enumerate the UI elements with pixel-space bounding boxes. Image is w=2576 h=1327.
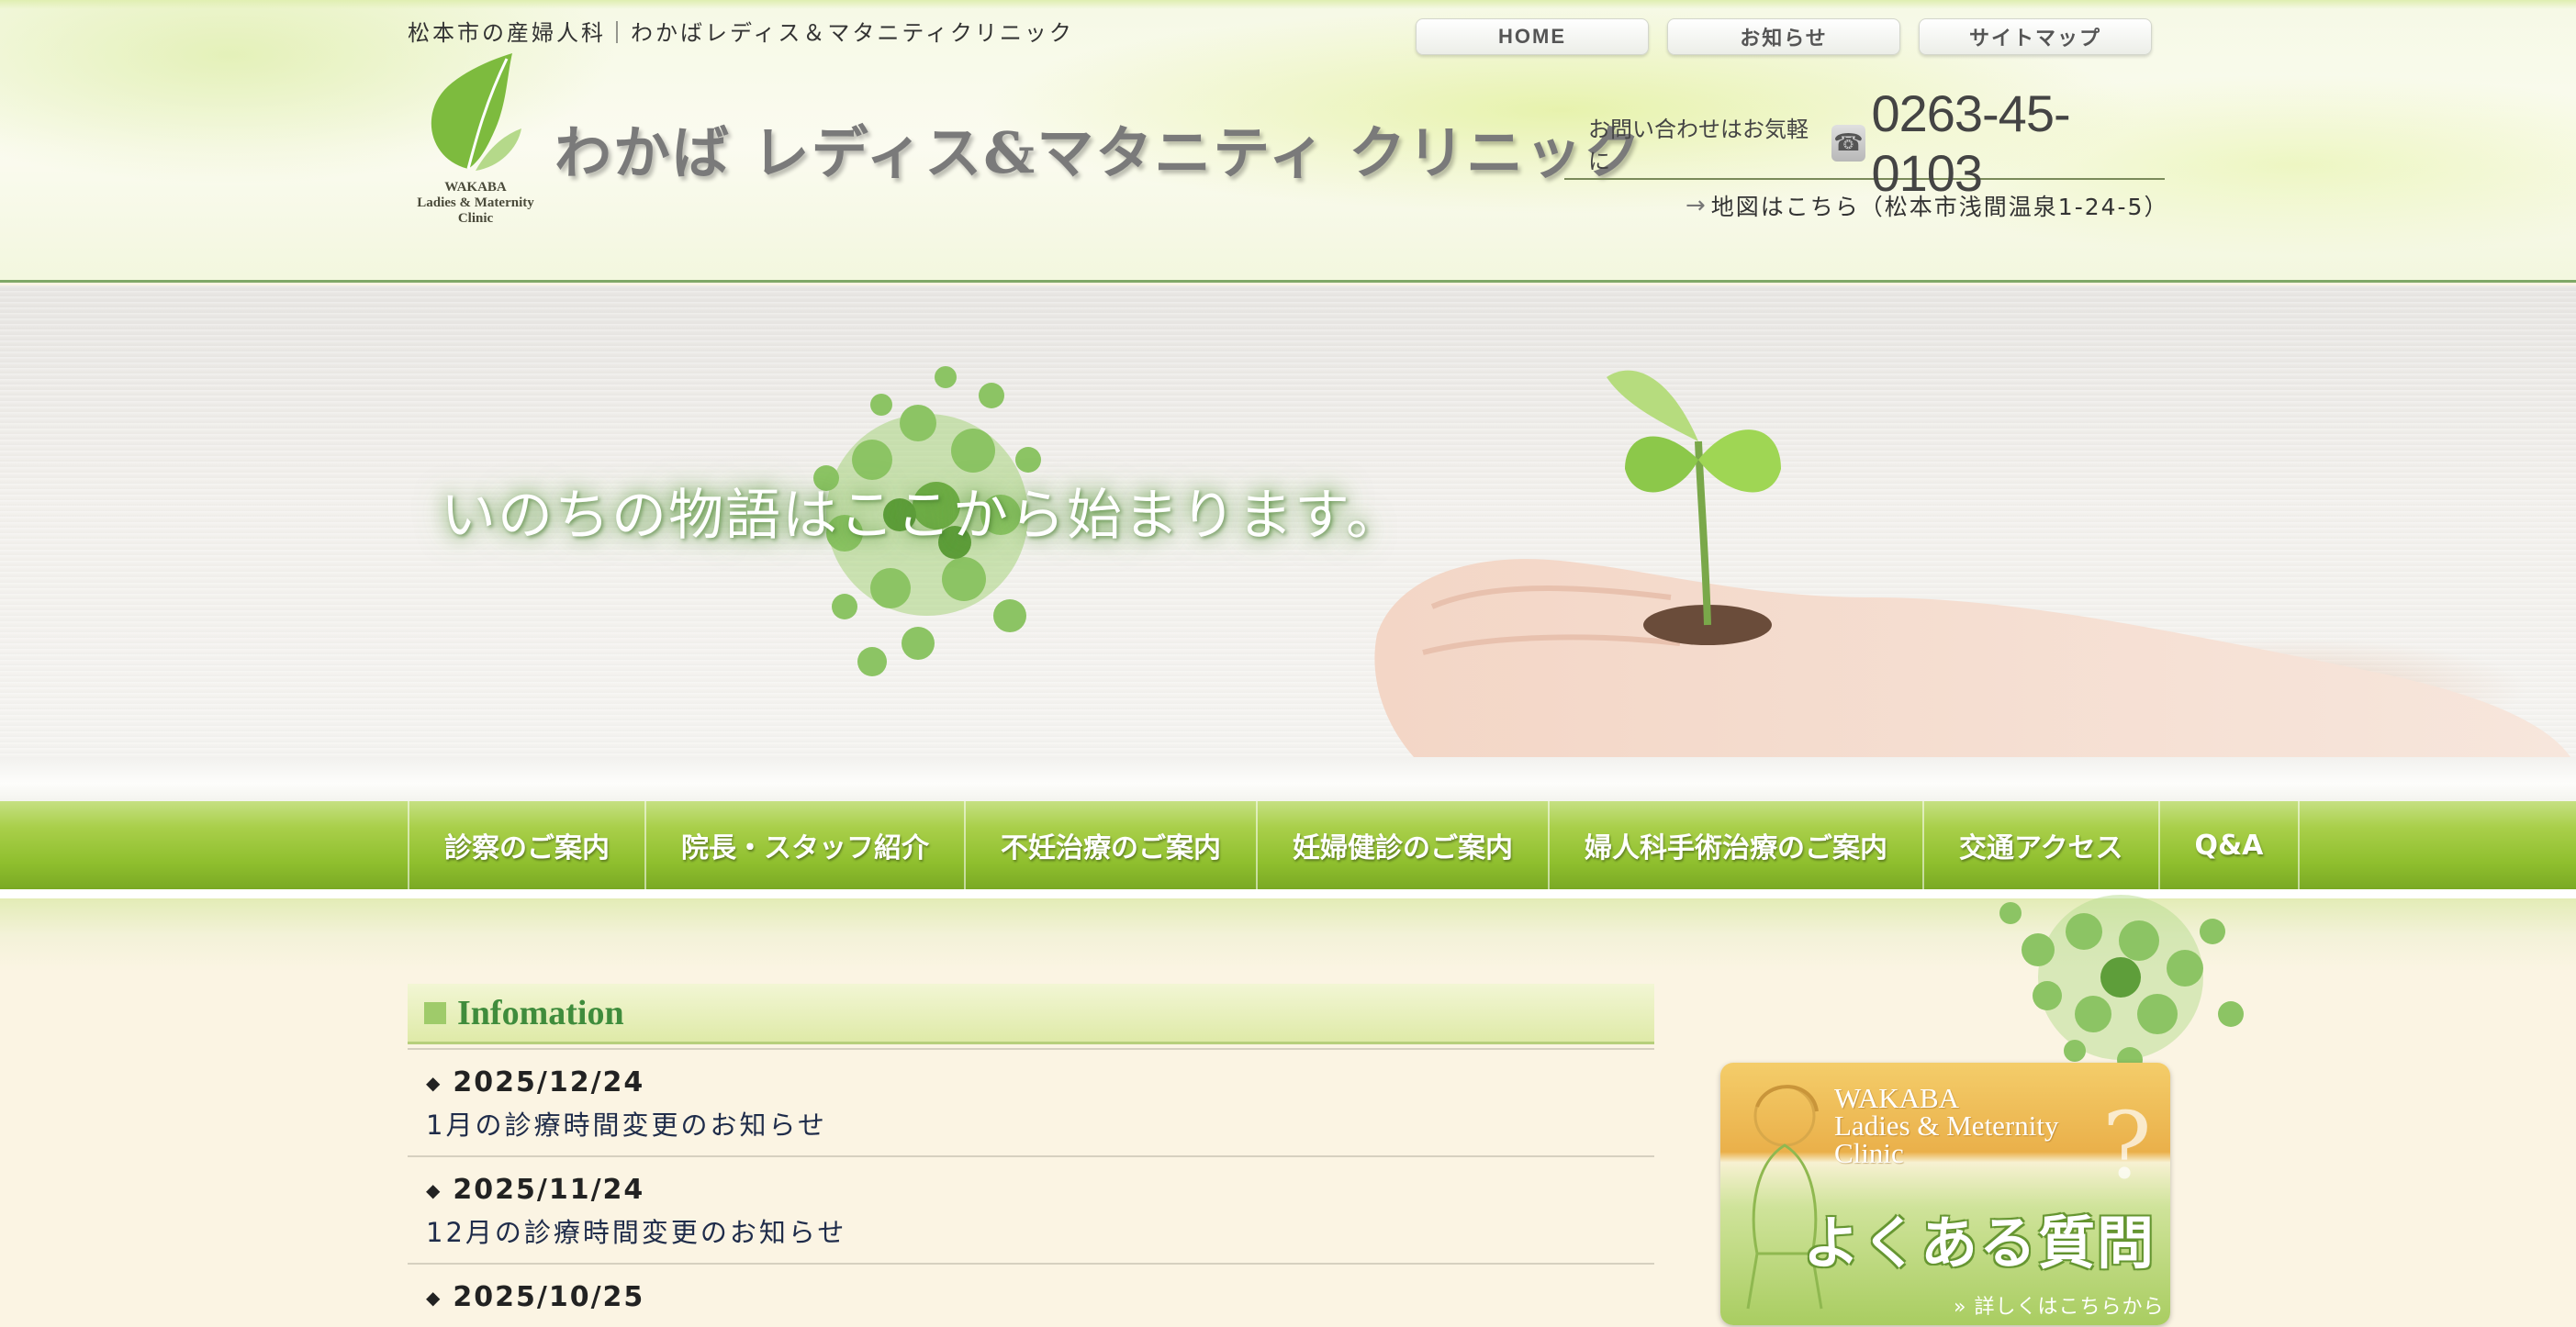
hands-seedling-illustration bbox=[1374, 370, 2570, 757]
news-date: ◆ 2025/10/25 bbox=[426, 1281, 1636, 1313]
phone-number[interactable]: 0263-45-0103 bbox=[1871, 84, 2165, 203]
faq-banner-title: よくある質問 bbox=[1803, 1210, 2156, 1277]
info-section-header: Infomation bbox=[408, 984, 1654, 1044]
main-nav: 診察のご案内 院長・スタッフ紹介 不妊治療のご案内 妊婦健診のご案内 婦人科手術… bbox=[0, 801, 2576, 889]
plant-decoration bbox=[1999, 895, 2244, 1073]
news-date-value: 2025/11/24 bbox=[453, 1174, 645, 1206]
news-date-value: 2025/12/24 bbox=[453, 1066, 645, 1098]
faq-en-line: Clinic bbox=[1834, 1137, 1904, 1169]
news-link[interactable]: 1月の診療時間変更のお知らせ bbox=[426, 1104, 1636, 1143]
hero-banner: いのちの物語はここから始まります。 bbox=[0, 285, 2576, 757]
nav-item-prenatal[interactable]: 妊婦健診のご案内 bbox=[1256, 801, 1548, 889]
site-tagline: 松本市の産婦人科｜わかばレディス＆マタニティクリニック bbox=[408, 20, 1074, 46]
nav-item-gynecology-surgery[interactable]: 婦人科手術治療のご案内 bbox=[1548, 801, 1922, 889]
logo-sub-line: WAKABA bbox=[444, 180, 507, 195]
phone-icon: ☎ bbox=[1831, 125, 1866, 162]
main-nav-items: 診察のご案内 院長・スタッフ紹介 不妊治療のご案内 妊婦健診のご案内 婦人科手術… bbox=[408, 801, 2301, 889]
logo-subtitle: WAKABA Ladies & Maternity Clinic bbox=[400, 180, 551, 227]
faq-banner-english: WAKABA Ladies & Meternity Clinic bbox=[1834, 1082, 2128, 1169]
nav-item-infertility[interactable]: 不妊治療のご案内 bbox=[964, 801, 1256, 889]
faq-banner-more-link[interactable]: » 詳しくはこちらから bbox=[1954, 1290, 2164, 1320]
top-nav: HOME お知らせ サイトマップ bbox=[1416, 18, 2152, 55]
top-nav-news[interactable]: お知らせ bbox=[1667, 18, 1900, 55]
nav-item-consultation[interactable]: 診察のご案内 bbox=[408, 801, 644, 889]
top-nav-home[interactable]: HOME bbox=[1416, 18, 1649, 55]
arrow-right-icon: → bbox=[1686, 192, 1708, 219]
square-bullet-icon bbox=[424, 1001, 446, 1024]
faq-banner[interactable]: WAKABA Ladies & Meternity Clinic ? よくある質… bbox=[1720, 1063, 2170, 1325]
diamond-bullet-icon: ◆ bbox=[426, 1286, 442, 1309]
news-date: ◆ 2025/11/24 bbox=[426, 1174, 1636, 1206]
nav-item-qa[interactable]: Q&A bbox=[2157, 801, 2301, 889]
clinic-name[interactable]: わかば レディス&マタニティ クリニック bbox=[554, 106, 1642, 189]
diamond-bullet-icon: ◆ bbox=[426, 1071, 442, 1094]
logo-sub-line: Ladies & Maternity bbox=[417, 195, 534, 210]
news-item: ◆ 2025/11/24 12月の診療時間変更のお知らせ bbox=[408, 1155, 1654, 1263]
woman-illustration bbox=[1746, 1085, 1823, 1310]
leaf-logo-icon[interactable] bbox=[411, 50, 531, 187]
logo-sub-line: Clinic bbox=[457, 211, 494, 226]
contact-box: お問い合わせはお気軽に ☎ 0263-45-0103 bbox=[1564, 84, 2165, 202]
news-link[interactable]: 12月の診療時間変更のお知らせ bbox=[426, 1211, 1636, 1250]
nav-item-access[interactable]: 交通アクセス bbox=[1922, 801, 2158, 889]
nav-item-staff[interactable]: 院長・スタッフ紹介 bbox=[644, 801, 964, 889]
news-list: ◆ 2025/12/24 1月の診療時間変更のお知らせ ◆ 2025/11/24… bbox=[408, 1048, 1654, 1327]
news-date-value: 2025/10/25 bbox=[453, 1281, 645, 1313]
faq-en-line: Ladies & Meternity bbox=[1834, 1110, 2059, 1142]
map-link[interactable]: → 地図はこちら（松本市浅間温泉1-24-5） bbox=[1686, 189, 2168, 222]
news-item: ◆ 2025/12/24 1月の診療時間変更のお知らせ bbox=[408, 1048, 1654, 1155]
contact-lead: お問い合わせはお気軽に bbox=[1588, 117, 1809, 174]
hero-bottom-band bbox=[0, 757, 2576, 801]
faq-en-line: WAKABA bbox=[1834, 1082, 1960, 1114]
diamond-bullet-icon: ◆ bbox=[426, 1178, 442, 1201]
news-item: ◆ 2025/10/25 bbox=[408, 1263, 1654, 1327]
news-date: ◆ 2025/12/24 bbox=[426, 1066, 1636, 1098]
info-title: Infomation bbox=[457, 993, 624, 1032]
question-mark-icon: ? bbox=[2102, 1092, 2152, 1199]
map-link-label: 地図はこちら（松本市浅間温泉1-24-5） bbox=[1710, 194, 2169, 220]
site-header: 松本市の産婦人科｜わかばレディス＆マタニティクリニック HOME お知らせ サイ… bbox=[0, 0, 2576, 283]
top-nav-sitemap[interactable]: サイトマップ bbox=[1919, 18, 2152, 55]
hero-tagline: いのちの物語はここから始まります。 bbox=[441, 484, 1403, 548]
